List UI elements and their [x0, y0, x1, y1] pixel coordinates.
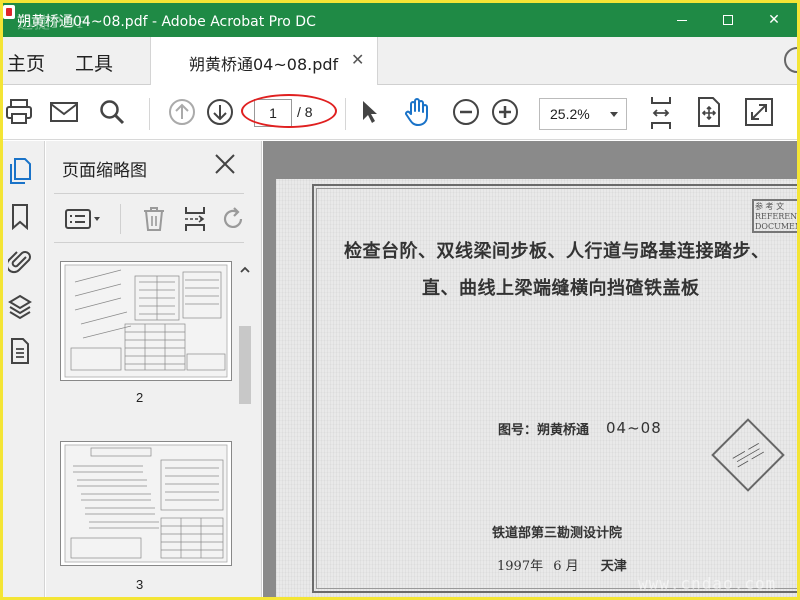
zoom-in-icon[interactable] — [489, 96, 521, 128]
thumbnails-panel: 页面缩略图 2 3 — [46, 141, 262, 597]
minimize-icon — [677, 19, 687, 21]
tab-home[interactable]: 主页 — [7, 49, 45, 76]
zoom-out-icon[interactable] — [450, 96, 482, 128]
zoom-dropdown[interactable]: 25.2% — [539, 98, 627, 130]
acrobat-window: 朔黄桥通04~08.pdf - Adobe Acrobat Pro DC 迅捷P… — [3, 3, 797, 597]
page-thumbnails-icon[interactable] — [7, 157, 33, 185]
maximize-icon — [723, 15, 733, 25]
toolbar-divider — [149, 98, 150, 130]
previous-page-icon[interactable] — [166, 96, 198, 128]
tab-row: 主页 工具 朔黄桥通04~08.pdf ✕ — [3, 37, 797, 85]
issue-month: 6 月 — [553, 559, 579, 574]
thumbnail-list: 2 3 — [46, 256, 234, 597]
help-icon[interactable] — [784, 47, 797, 73]
watermark-title: 迅捷PDF — [17, 13, 89, 32]
stamp-text: REFEREN — [755, 212, 797, 221]
panel-toolbar — [54, 193, 244, 243]
scrollbar-thumb[interactable] — [239, 326, 251, 404]
left-navigation-rail — [3, 141, 45, 597]
tab-tools[interactable]: 工具 — [75, 49, 113, 76]
panel-title: 页面缩略图 — [62, 161, 147, 181]
document-title-line1: 检查台阶、双线梁间步板、人行道与路基连接踏步、 — [344, 241, 770, 262]
fit-width-icon[interactable] — [645, 94, 677, 132]
close-button[interactable]: ✕ — [751, 3, 797, 37]
title-bar: 朔黄桥通04~08.pdf - Adobe Acrobat Pro DC 迅捷P… — [3, 3, 797, 37]
panel-divider — [120, 204, 121, 234]
thumbnail-page-number: 3 — [136, 577, 144, 592]
maximize-button[interactable] — [705, 3, 751, 37]
drawing-number-label: 图号：朔黄桥通 — [498, 423, 590, 438]
issue-date: 1997年 6 月 天津 — [497, 555, 627, 574]
chevron-down-icon — [610, 112, 618, 117]
page-thumbnail[interactable] — [60, 441, 232, 566]
tab-document[interactable]: 朔黄桥通04~08.pdf ✕ — [150, 37, 378, 85]
toolbar-divider — [345, 98, 346, 130]
stamp-text: 参 考 文 — [755, 202, 785, 211]
search-icon[interactable] — [96, 96, 128, 128]
scroll-up-icon[interactable] — [240, 260, 250, 273]
site-watermark: www.cndao.com — [638, 574, 777, 593]
stamp-text: DOCUMEN — [755, 222, 797, 231]
thumbnail-page-number: 2 — [136, 390, 144, 405]
bookmark-icon[interactable] — [7, 203, 33, 231]
issue-year: 1997年 — [497, 559, 544, 574]
annotation-ellipse — [241, 94, 337, 128]
attachment-icon[interactable] — [7, 247, 33, 275]
close-icon: ✕ — [768, 12, 780, 28]
hand-tool-icon[interactable] — [401, 96, 433, 128]
next-page-icon[interactable] — [204, 96, 236, 128]
drawing-number-value: 04~08 — [606, 419, 662, 437]
rotate-view-icon[interactable] — [693, 96, 725, 128]
document-tab-label: 朔黄桥通04~08.pdf — [189, 55, 339, 74]
reference-document-stamp: 参 考 文 REFEREN DOCUMEN — [752, 199, 797, 233]
close-tab-icon[interactable]: ✕ — [351, 50, 364, 69]
full-screen-icon[interactable] — [743, 96, 775, 128]
document-properties-icon[interactable] — [7, 337, 33, 365]
rotate-page-icon[interactable] — [218, 204, 248, 234]
issue-city: 天津 — [600, 559, 627, 574]
print-icon[interactable] — [3, 96, 35, 128]
document-view[interactable]: 参 考 文 REFEREN DOCUMEN 检查台阶、双线梁间步板、人行道与路基… — [263, 141, 797, 597]
thumbnail-scrollbar[interactable] — [235, 256, 255, 597]
insert-page-icon[interactable] — [180, 204, 210, 234]
toolbar: 1 / 8 25.2% — [3, 86, 797, 140]
acrobat-logo-icon — [3, 5, 15, 19]
email-icon[interactable] — [48, 96, 80, 128]
page-thumbnail[interactable] — [60, 261, 232, 381]
options-menu-icon[interactable] — [64, 204, 104, 234]
select-cursor-icon[interactable] — [354, 96, 386, 128]
layers-icon[interactable] — [7, 293, 33, 321]
pdf-page: 参 考 文 REFEREN DOCUMEN 检查台阶、双线梁间步板、人行道与路基… — [276, 179, 797, 597]
issuing-organization: 铁道部第三勘测设计院 — [492, 526, 623, 541]
minimize-button[interactable] — [659, 3, 705, 37]
zoom-value: 25.2% — [550, 106, 590, 122]
close-panel-icon[interactable] — [212, 151, 238, 177]
document-title-line2: 直、曲线上梁端缝横向挡碴铁盖板 — [422, 278, 700, 299]
delete-page-icon[interactable] — [139, 204, 169, 234]
